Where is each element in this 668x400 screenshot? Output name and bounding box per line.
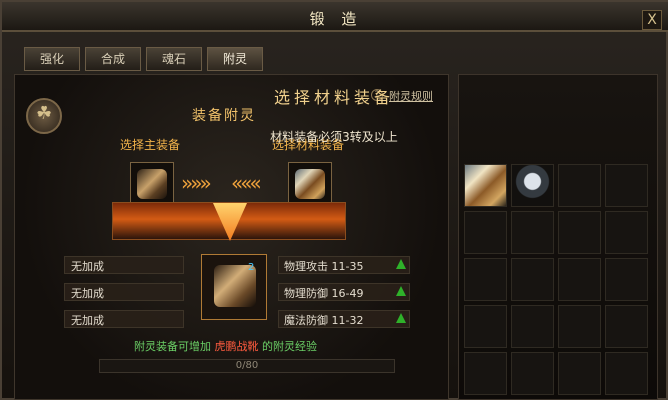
up-arrow-icon — [396, 286, 406, 296]
exp-progress-text: 0/80 — [235, 360, 259, 371]
tab-soulstone[interactable]: 魂石 — [146, 47, 202, 71]
left-stat-text: 无加成 — [71, 314, 104, 327]
inventory-slot[interactable] — [464, 352, 507, 395]
left-stat-text: 无加成 — [71, 260, 104, 273]
boot-icon — [137, 169, 167, 199]
feather-icon — [295, 169, 325, 199]
main-equipment-slot[interactable] — [130, 162, 174, 206]
inventory-slot[interactable] — [605, 305, 648, 348]
material-equipment-slot[interactable] — [288, 162, 332, 206]
inventory-slot[interactable] — [464, 305, 507, 348]
exp-item-name: 虎鹏战靴 — [214, 340, 259, 353]
level-badge: 2 — [248, 262, 255, 273]
inventory-slot[interactable] — [558, 164, 601, 207]
inventory-grid — [464, 164, 654, 400]
left-stat-text: 无加成 — [71, 287, 104, 300]
inventory-slot[interactable] — [558, 211, 601, 254]
right-stat-row: 魔法防御 11-32 — [278, 310, 410, 328]
material-requirement: 材料装备必须3转及以上 — [270, 130, 398, 144]
feather-icon[interactable] — [464, 164, 507, 207]
window-title: 锻 造 — [309, 10, 363, 28]
inventory-slot[interactable] — [558, 352, 601, 395]
inventory-slot[interactable] — [464, 211, 507, 254]
right-stat-row: 物理攻击 11-35 — [278, 256, 410, 274]
right-stat-text: 魔法防御 11-32 — [284, 314, 364, 327]
tab-strengthen[interactable]: 强化 — [24, 47, 80, 71]
inventory-slot[interactable] — [558, 305, 601, 348]
inventory-slot[interactable] — [511, 352, 554, 395]
section-title: 装备附灵 — [192, 108, 256, 124]
right-arrows-icon: »»» — [181, 171, 212, 195]
inventory-slot[interactable] — [464, 258, 507, 301]
right-stat-text: 物理防御 16-49 — [284, 287, 364, 300]
inventory-slot[interactable] — [511, 211, 554, 254]
forge-fire — [112, 202, 346, 240]
close-button[interactable]: X — [642, 10, 662, 30]
inventory-slot[interactable] — [558, 258, 601, 301]
right-stat-text: 物理攻击 11-35 — [284, 260, 364, 273]
inventory-slot[interactable] — [605, 258, 648, 301]
right-stat-row: 物理防御 16-49 — [278, 283, 410, 301]
left-stat-row: 无加成 — [64, 256, 184, 274]
up-arrow-icon — [396, 259, 406, 269]
result-slot[interactable]: 2 — [201, 254, 267, 320]
inventory-slot[interactable] — [605, 211, 648, 254]
inventory-slot[interactable] — [605, 164, 648, 207]
helmet-icon[interactable] — [511, 164, 554, 207]
titlebar: 锻 造 X — [2, 2, 668, 32]
tab-enchant[interactable]: 附灵 — [207, 47, 263, 71]
forge-window: 锻 造 X 强化 合成 魂石 附灵 ? 附灵规则 装备附灵 选择主装备 选择材料… — [0, 0, 668, 400]
left-stat-row: 无加成 — [64, 310, 184, 328]
exp-description: 附灵装备可增加 虎鹏战靴 的附灵经验 — [134, 338, 317, 354]
inventory-slot[interactable] — [605, 352, 648, 395]
up-arrow-icon — [396, 313, 406, 323]
left-arrows-icon: ««« — [231, 171, 262, 195]
inventory-slot[interactable] — [511, 258, 554, 301]
exp-suffix: 的附灵经验 — [262, 340, 317, 353]
tab-synthesize[interactable]: 合成 — [85, 47, 141, 71]
exp-progress-bar: 0/80 — [99, 359, 395, 373]
left-stat-row: 无加成 — [64, 283, 184, 301]
exp-prefix: 附灵装备可增加 — [134, 340, 211, 353]
inventory-slot[interactable] — [511, 305, 554, 348]
material-panel-title: 选择材料装备 — [273, 88, 394, 107]
